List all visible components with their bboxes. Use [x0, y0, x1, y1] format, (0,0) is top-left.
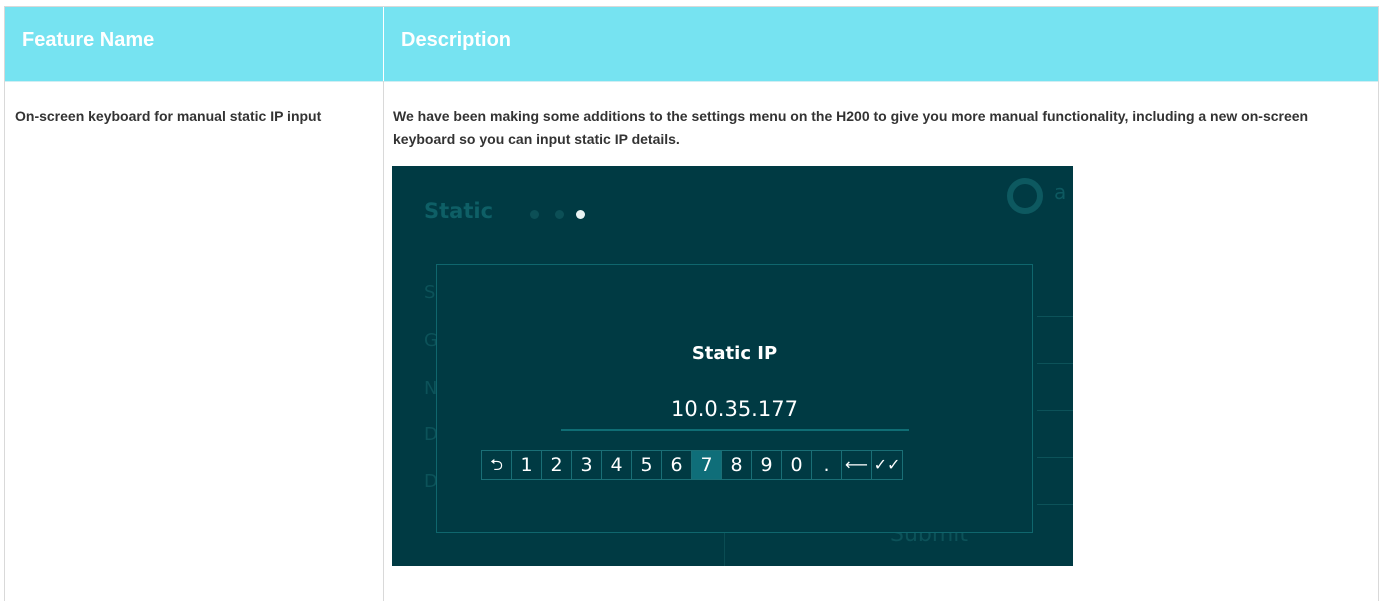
step-dot-active [576, 210, 585, 219]
back-icon[interactable]: ⮌ [482, 451, 512, 479]
key-8[interactable]: 8 [722, 451, 752, 479]
key-4[interactable]: 4 [602, 451, 632, 479]
keyboard-screenshot: Static a S G N D D Submit Static IP 10.0… [392, 166, 1073, 566]
key-9[interactable]: 9 [752, 451, 782, 479]
header-feature-cell: Feature Name [5, 7, 384, 81]
key-1[interactable]: 1 [512, 451, 542, 479]
background-title: Static [424, 199, 494, 223]
static-ip-dialog: Static IP 10.0.35.177 ⮌ 1 2 3 4 5 6 7 8 … [436, 264, 1033, 533]
logo-letter: a [1054, 180, 1067, 204]
ip-input-underline [561, 429, 909, 431]
key-0[interactable]: 0 [782, 451, 812, 479]
ip-input[interactable]: 10.0.35.177 [437, 397, 1032, 421]
key-6[interactable]: 6 [662, 451, 692, 479]
confirm-icon[interactable]: ✓✓ [872, 451, 902, 479]
header-description: Description [401, 29, 512, 51]
background-field-line [1037, 504, 1073, 505]
backspace-icon[interactable]: ⟵ [842, 451, 872, 479]
column-divider [383, 81, 384, 601]
description-text: We have been making some additions to th… [393, 108, 1309, 147]
key-2[interactable]: 2 [542, 451, 572, 479]
key-5[interactable]: 5 [632, 451, 662, 479]
background-field-line [1037, 316, 1073, 317]
key-dot[interactable]: . [812, 451, 842, 479]
step-dot [555, 210, 564, 219]
key-3[interactable]: 3 [572, 451, 602, 479]
on-screen-keyboard: ⮌ 1 2 3 4 5 6 7 8 9 0 . ⟵ ✓✓ [481, 450, 903, 480]
header-feature-name: Feature Name [22, 29, 155, 51]
feature-name-cell: On-screen keyboard for manual static IP … [15, 108, 322, 124]
background-field-line [1037, 363, 1073, 364]
background-field-label: S [424, 282, 436, 303]
dialog-title: Static IP [691, 343, 778, 364]
step-dot [530, 210, 539, 219]
table-header: Feature Name Description [5, 7, 1378, 82]
background-field-line [1037, 410, 1073, 411]
key-7[interactable]: 7 [692, 451, 722, 479]
logo-icon [1007, 178, 1043, 214]
background-field-line [1037, 457, 1073, 458]
